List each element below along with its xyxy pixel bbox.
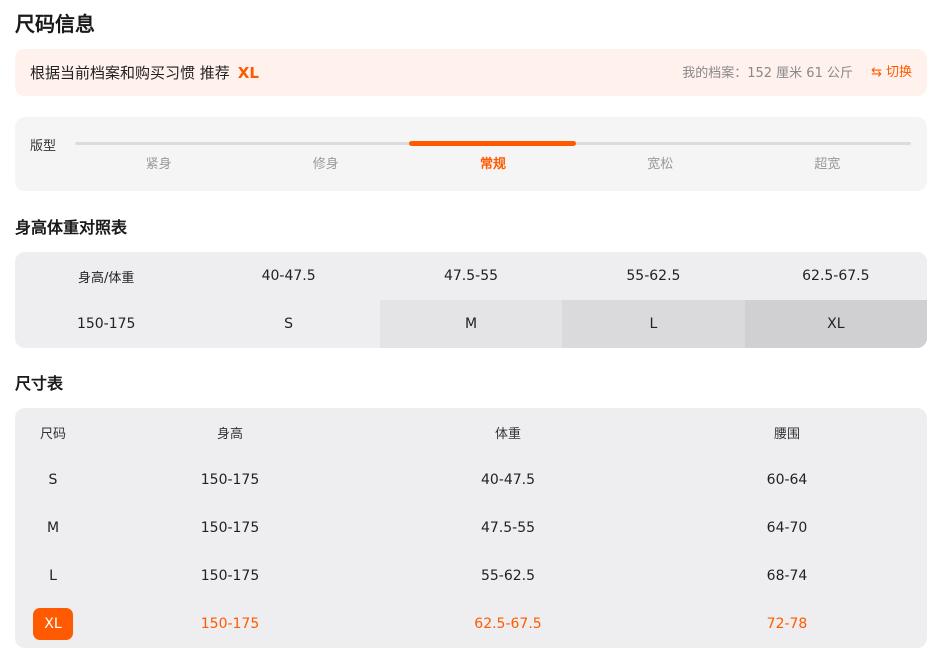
fit-option-slim[interactable]: 修身 [242,156,409,174]
weight-cell: 47.5-55 [480,520,536,536]
page-title: 尺码信息 [15,12,95,36]
height-cell: 150-175 [200,520,260,536]
height-weight-table: 身高/体重 40-47.5 47.5-55 55-62.5 62.5-67.5 … [15,252,927,348]
hw-size-cell: S [284,316,294,332]
fit-option-regular[interactable]: 常规 [409,156,576,174]
col-header-size: 尺码 [39,426,67,442]
hw-size-cell: M [379,300,563,348]
fit-option-tight[interactable]: 紧身 [75,156,242,174]
weight-cell: 62.5-67.5 [474,616,542,632]
table-row: M 150-175 47.5-55 64-70 [15,504,927,552]
weight-cell: 40-47.5 [480,472,536,488]
hw-weight-range: 62.5-67.5 [802,268,870,284]
fit-option-extra-loose[interactable]: 超宽 [744,156,911,174]
selected-size-badge: XL [33,608,73,640]
fit-slider-track[interactable] [75,141,911,146]
size-cell: M [46,520,60,536]
height-cell: 150-175 [200,472,260,488]
hw-table-title: 身高体重对照表 [15,218,128,237]
hw-size-row: 150-175 S M L XL [15,300,927,348]
recommendation-bar: 根据当前档案和购买习惯 推荐 XL 我的档案：152 厘米 61 公斤 ⇆ 切换 [15,49,927,96]
recommendation-label: 根据当前档案和购买习惯 推荐 [30,64,230,82]
swap-arrows-icon: ⇆ [871,65,882,80]
height-cell: 150-175 [200,616,260,632]
fit-label: 版型 [30,139,57,154]
switch-label: 切换 [885,65,912,80]
size-cell: S [48,472,58,488]
fit-options: 紧身 修身 常规 宽松 超宽 [75,156,911,174]
fit-slider-fill [409,141,576,146]
switch-profile-button[interactable]: ⇆ 切换 [871,64,912,82]
height-cell: 150-175 [200,568,260,584]
hw-weight-range: 55-62.5 [626,268,681,284]
size-table-title: 尺寸表 [15,374,64,393]
hw-header-label: 身高/体重 [78,270,135,286]
profile-info: 我的档案：152 厘米 61 公斤 [682,66,853,81]
waist-cell: 64-70 [766,520,808,536]
table-row: S 150-175 40-47.5 60-64 [15,456,927,504]
table-row: L 150-175 55-62.5 68-74 [15,552,927,600]
table-row-selected: XL 150-175 62.5-67.5 72-78 [15,600,927,648]
size-cell: L [49,568,57,584]
fit-selector: 版型 紧身 修身 常规 宽松 超宽 [15,117,927,191]
size-cell: XL [33,600,73,648]
hw-height-range: 150-175 [76,316,136,332]
hw-weight-range: 47.5-55 [443,268,499,284]
hw-weight-range: 40-47.5 [261,268,316,284]
col-header-waist: 腰围 [773,426,801,442]
recommendation-text: 根据当前档案和购买习惯 推荐 XL [30,63,259,83]
col-header-weight: 体重 [494,426,522,442]
waist-cell: 68-74 [766,568,808,584]
size-table: 尺码 身高 体重 腰围 S 150-175 40-47.5 60-64 M 15… [15,408,927,648]
hw-size-cell: L [562,300,745,348]
recommended-size: XL [237,64,259,82]
size-table-header: 尺码 身高 体重 腰围 [15,408,927,456]
col-header-height: 身高 [216,426,244,442]
hw-header-row: 身高/体重 40-47.5 47.5-55 55-62.5 62.5-67.5 [15,252,927,300]
waist-cell: 60-64 [766,472,808,488]
weight-cell: 55-62.5 [480,568,536,584]
waist-cell: 72-78 [766,616,808,632]
hw-size-cell: XL [744,300,927,348]
fit-option-loose[interactable]: 宽松 [577,156,744,174]
